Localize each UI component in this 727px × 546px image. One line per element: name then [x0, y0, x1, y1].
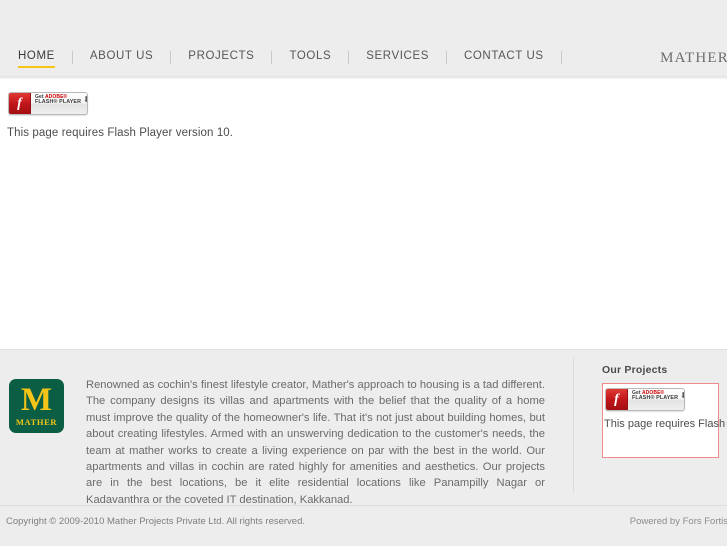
site-footer: Copyright © 2009-2010 Mather Projects Pr…	[0, 505, 727, 546]
flash-player-icon: f	[9, 93, 31, 114]
main-navigation: HOME ABOUT US PROJECTS TOOLS SERVICES CO…	[18, 50, 579, 68]
nav-separator	[348, 51, 350, 64]
powered-by-text: Powered by Fors Fortis	[629, 516, 727, 527]
flash-badge-text: Get ADOBE® FLASH® PLAYER	[628, 389, 684, 410]
nav-separator	[271, 51, 273, 64]
nav-item-services[interactable]: SERVICES	[366, 50, 429, 66]
nav-separator	[170, 51, 172, 64]
nav-item-home[interactable]: HOME	[18, 50, 55, 68]
nav-separator	[71, 51, 73, 64]
nav-separator	[445, 51, 447, 64]
nav-item-projects[interactable]: PROJECTS	[188, 50, 254, 66]
flash-badge-text: Get ADOBE® FLASH® PLAYER	[31, 93, 87, 114]
nav-item-contact-us[interactable]: CONTACT US	[464, 50, 544, 66]
our-projects-panel: Our Projects f Get ADOBE® FLASH® PLAYER …	[602, 364, 727, 458]
flash-required-message: This page requires Flash Player version …	[7, 127, 234, 139]
nav-separator	[560, 51, 562, 64]
site-brand-wordmark: MATHER	[660, 50, 727, 66]
nav-item-tools[interactable]: TOOLS	[289, 50, 331, 66]
mather-logo-wordmark: MATHER	[15, 417, 58, 427]
copyright-text: Copyright © 2009-2010 Mather Projects Pr…	[6, 516, 306, 527]
site-header: HOME ABOUT US PROJECTS TOOLS SERVICES CO…	[0, 0, 727, 77]
flash-badge-line2: FLASH® PLAYER	[35, 99, 82, 106]
our-projects-flash-box: f Get ADOBE® FLASH® PLAYER ⬇ This page r…	[602, 383, 727, 458]
flash-badge-line2: FLASH® PLAYER	[632, 395, 679, 402]
vertical-divider	[573, 358, 574, 493]
about-paragraph: Renowned as cochin's finest lifestyle cr…	[86, 379, 545, 506]
nav-item-about-us[interactable]: ABOUT US	[90, 50, 153, 66]
mather-logo-monogram: M	[20, 382, 53, 418]
main-flash-stage: f Get ADOBE® FLASH® PLAYER ⬇ This page r…	[0, 78, 727, 349]
header-divider	[0, 76, 727, 77]
get-flash-player-button[interactable]: f Get ADOBE® FLASH® PLAYER ⬇	[605, 388, 685, 411]
get-flash-player-button[interactable]: f Get ADOBE® FLASH® PLAYER ⬇	[8, 92, 88, 115]
lower-content-band: M MATHER Renowned as cochin's finest lif…	[0, 349, 727, 506]
flash-required-message: This page requires Flash Player version …	[604, 418, 727, 430]
our-projects-title: Our Projects	[602, 364, 668, 376]
mather-logo: M MATHER	[9, 379, 64, 433]
flash-player-icon: f	[606, 389, 628, 410]
